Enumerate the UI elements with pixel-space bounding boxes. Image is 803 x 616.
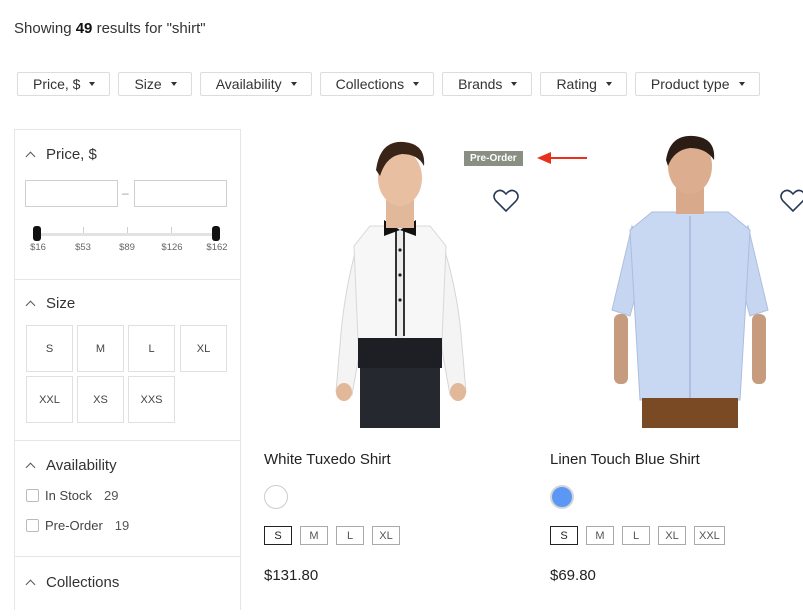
price-section-toggle[interactable]: Price, $ (25, 146, 97, 163)
size-option-s[interactable]: S (26, 325, 73, 372)
product-image-white-tuxedo-shirt[interactable] (300, 130, 500, 428)
product-size-s[interactable]: S (550, 526, 578, 545)
filter-label: Product type (650, 76, 730, 92)
product-title[interactable]: Linen Touch Blue Shirt (550, 451, 700, 468)
filter-label: Price, $ (33, 76, 81, 92)
filter-label: Collections (335, 76, 405, 92)
size-option-l[interactable]: L (128, 325, 175, 372)
caret-down-icon (290, 82, 297, 86)
filter-price[interactable]: Price, $ (17, 72, 111, 96)
chevron-up-icon (25, 579, 36, 590)
wishlist-heart-icon[interactable] (780, 189, 803, 213)
price-slider-max-handle[interactable] (212, 226, 220, 241)
pre-order-badge: Pre-Order (464, 151, 523, 166)
wishlist-heart-icon[interactable] (493, 189, 519, 213)
size-option-m[interactable]: M (77, 325, 124, 372)
chevron-up-icon (25, 300, 36, 311)
tick-label: $16 (30, 242, 46, 253)
filter-label: Availability (215, 76, 282, 92)
filter-sidebar: Price, $ – $16 $53 $89 $126 $162 Size S … (14, 129, 241, 610)
caret-down-icon (170, 82, 177, 86)
collections-section: Collections (15, 556, 240, 616)
availability-section: Availability In Stock 29 Pre-Order 19 (15, 440, 240, 557)
section-title: Availability (46, 457, 117, 474)
size-section: Size S M L XL XXL XS XXS (15, 279, 240, 441)
filter-availability[interactable]: Availability (199, 72, 312, 96)
tick-label: $126 (161, 242, 183, 253)
price-slider-track[interactable] (37, 233, 217, 236)
tick-label: $162 (206, 242, 228, 253)
product-size-l[interactable]: L (336, 526, 364, 545)
color-swatch-white[interactable] (264, 485, 288, 509)
product-size-xl[interactable]: XL (372, 526, 400, 545)
product-size-m[interactable]: M (300, 526, 328, 545)
chevron-up-icon (25, 462, 36, 473)
chevron-up-icon (25, 151, 36, 162)
product-size-l[interactable]: L (622, 526, 650, 545)
color-swatch-blue[interactable] (550, 485, 574, 509)
product-price: $69.80 (550, 567, 596, 584)
caret-down-icon (89, 82, 96, 86)
filter-label: Brands (458, 76, 503, 92)
product-size-options: S M L XL (264, 526, 400, 545)
section-title: Size (46, 295, 76, 312)
product-size-xxl[interactable]: XXL (694, 526, 725, 545)
range-dash: – (122, 186, 129, 200)
section-title: Price, $ (46, 146, 97, 163)
caret-down-icon (413, 82, 420, 86)
tick-label: $89 (119, 242, 135, 253)
option-label: Pre-Order (45, 518, 103, 533)
caret-down-icon (605, 82, 612, 86)
product-size-options: S M L XL XXL (550, 526, 725, 545)
filter-bar: Price, $ Size Availability Collections B… (17, 72, 760, 96)
caret-down-icon (738, 82, 745, 86)
size-section-toggle[interactable]: Size (25, 295, 76, 312)
slider-tick (171, 227, 172, 233)
filter-collections[interactable]: Collections (319, 72, 435, 96)
checkbox[interactable] (26, 519, 39, 532)
filter-size[interactable]: Size (118, 72, 192, 96)
caret-down-icon (511, 82, 518, 86)
tick-label: $53 (75, 242, 91, 253)
availability-section-toggle[interactable]: Availability (25, 457, 117, 474)
results-count: 49 (75, 20, 93, 37)
product-image-linen-touch-blue-shirt[interactable] (590, 130, 790, 428)
filter-label: Size (134, 76, 162, 92)
product-size-m[interactable]: M (586, 526, 614, 545)
slider-tick (83, 227, 84, 233)
results-query: results for "shirt" (96, 20, 206, 37)
filter-brands[interactable]: Brands (442, 72, 533, 96)
section-title: Collections (46, 574, 120, 591)
product-title[interactable]: White Tuxedo Shirt (264, 451, 391, 468)
availability-pre-order[interactable]: Pre-Order 19 (26, 518, 129, 533)
option-count: 19 (114, 518, 130, 533)
price-min-input[interactable] (25, 180, 118, 207)
filter-product-type[interactable]: Product type (634, 72, 760, 96)
product-size-xl[interactable]: XL (658, 526, 686, 545)
results-prefix: Showing (14, 20, 72, 37)
product-size-s[interactable]: S (264, 526, 292, 545)
collections-section-toggle[interactable]: Collections (25, 574, 120, 591)
filter-rating[interactable]: Rating (540, 72, 627, 96)
price-slider-min-handle[interactable] (33, 226, 41, 241)
price-section: Price, $ – $16 $53 $89 $126 $162 (15, 130, 240, 280)
slider-tick (127, 227, 128, 233)
availability-in-stock[interactable]: In Stock 29 (26, 488, 118, 503)
filter-label: Rating (556, 76, 597, 92)
price-max-input[interactable] (134, 180, 227, 207)
size-option-xxs[interactable]: XXS (128, 376, 175, 423)
option-count: 29 (103, 488, 119, 503)
size-option-xxl[interactable]: XXL (26, 376, 73, 423)
arrow-left-icon (537, 152, 587, 164)
option-label: In Stock (45, 488, 92, 503)
results-summary: Showing 49 results for "shirt" (14, 20, 206, 37)
product-price: $131.80 (264, 567, 319, 584)
size-option-xl[interactable]: XL (180, 325, 227, 372)
checkbox[interactable] (26, 489, 39, 502)
size-option-xs[interactable]: XS (77, 376, 124, 423)
